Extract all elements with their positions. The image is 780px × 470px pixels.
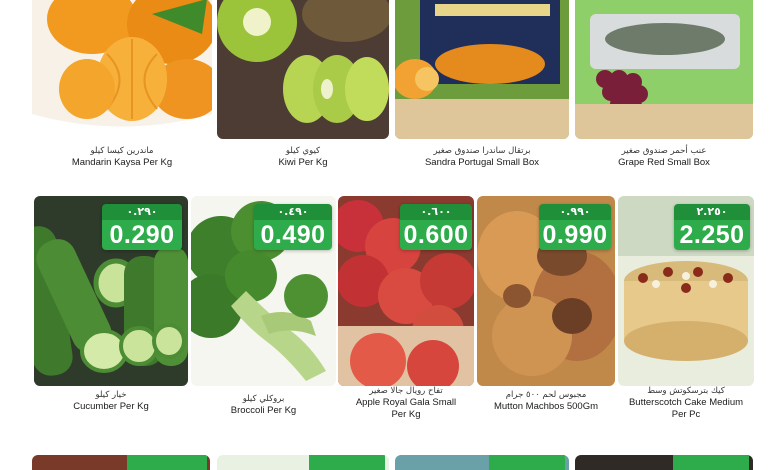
product-caption: بروكلي كيلو Broccoli Per Kg [191, 394, 336, 417]
product-card-partial[interactable] [32, 455, 210, 470]
product-name: Sandra Portugal Small Box [424, 157, 540, 168]
product-card-cucumber[interactable]: ٠.٢٩٠ 0.290 [34, 196, 188, 386]
price-arabic: ٠.٩٩٠ [539, 204, 611, 220]
product-caption: كيك بترسكوتش وسط Butterscotch Cake Mediu… [618, 386, 754, 421]
product-name-arabic: تفاح رويال جالا صغير [369, 386, 443, 396]
orange-box-image [395, 0, 569, 139]
product-name-arabic: مجبوس لحم ٥٠٠ جرام [505, 390, 587, 400]
price: 0.600 [400, 220, 472, 250]
price: 0.990 [539, 220, 611, 250]
product-name: Butterscotch Cake Medium [628, 397, 744, 408]
product-caption: عنب أحمر صندوق صغير Grape Red Small Box [575, 146, 753, 169]
price-tag-partial [489, 455, 565, 470]
price-tag-partial [309, 455, 385, 470]
price-tag: ٠.٩٩٠ 0.990 [539, 204, 611, 250]
product-name-arabic: برتقال ساندرا صندوق صغير [433, 146, 531, 156]
product-caption: تفاح رويال جالا صغير Apple Royal Gala Sm… [338, 386, 474, 421]
product-card-apple[interactable]: ٠.٦٠٠ 0.600 [338, 196, 474, 386]
product-unit: Per Pc [671, 409, 701, 420]
price-tag: ٠.٢٩٠ 0.290 [102, 204, 182, 250]
product-card-partial[interactable] [217, 455, 389, 470]
product-name: Grape Red Small Box [618, 157, 710, 168]
product-name: Cucumber Per Kg [73, 401, 149, 412]
product-card-partial[interactable] [575, 455, 753, 470]
product-caption: برتقال ساندرا صندوق صغير Sandra Portugal… [395, 146, 569, 169]
product-caption: ماندرين كيسا كيلو Mandarin Kaysa Per Kg [32, 146, 212, 169]
price-arabic: ٠.٢٩٠ [102, 204, 182, 220]
product-card-grape[interactable] [575, 0, 753, 139]
product-name-arabic: كيك بترسكوتش وسط [647, 386, 725, 396]
product-name-arabic: بروكلي كيلو [242, 394, 285, 404]
price-arabic: ٠.٦٠٠ [400, 204, 472, 220]
price-tag: ٠.٤٩٠ 0.490 [254, 204, 332, 250]
product-name: Mandarin Kaysa Per Kg [71, 157, 173, 168]
product-name: Broccoli Per Kg [230, 405, 297, 416]
product-card-mutton-machbos[interactable]: ٠.٩٩٠ 0.990 [477, 196, 615, 386]
product-caption: مجبوس لحم ٥٠٠ جرام Mutton Machbos 500Gm [477, 390, 615, 413]
product-name: Mutton Machbos 500Gm [493, 401, 599, 412]
price-tag-partial [673, 455, 749, 470]
kiwi-image [217, 0, 389, 139]
product-card-kiwi[interactable] [217, 0, 389, 139]
product-name: Kiwi Per Kg [278, 157, 328, 168]
product-unit: Per Kg [391, 409, 421, 420]
mandarin-image [32, 0, 212, 139]
product-card-mandarin[interactable] [32, 0, 212, 139]
product-name-arabic: ماندرين كيسا كيلو [90, 146, 154, 156]
product-caption: كيوي كيلو Kiwi Per Kg [217, 146, 389, 169]
price-tag: ٠.٦٠٠ 0.600 [400, 204, 472, 250]
price-arabic: ٢.٢٥٠ [674, 204, 750, 220]
product-caption: خيار كيلو Cucumber Per Kg [34, 390, 188, 413]
price: 0.490 [254, 220, 332, 250]
product-name-arabic: كيوي كيلو [285, 146, 321, 156]
price: 2.250 [674, 220, 750, 250]
product-name-arabic: خيار كيلو [95, 390, 127, 400]
product-name-arabic: عنب أحمر صندوق صغير [621, 146, 707, 156]
price-tag: ٢.٢٥٠ 2.250 [674, 204, 750, 250]
product-card-sandra-orange[interactable] [395, 0, 569, 139]
grape-image [575, 0, 753, 139]
product-card-broccoli[interactable]: ٠.٤٩٠ 0.490 [191, 196, 336, 386]
price-arabic: ٠.٤٩٠ [254, 204, 332, 220]
price: 0.290 [102, 220, 182, 250]
product-name: Apple Royal Gala Small [355, 397, 457, 408]
product-card-butterscotch-cake[interactable]: ٢.٢٥٠ 2.250 [618, 196, 754, 386]
product-card-partial[interactable] [395, 455, 569, 470]
price-tag-partial [127, 455, 207, 470]
